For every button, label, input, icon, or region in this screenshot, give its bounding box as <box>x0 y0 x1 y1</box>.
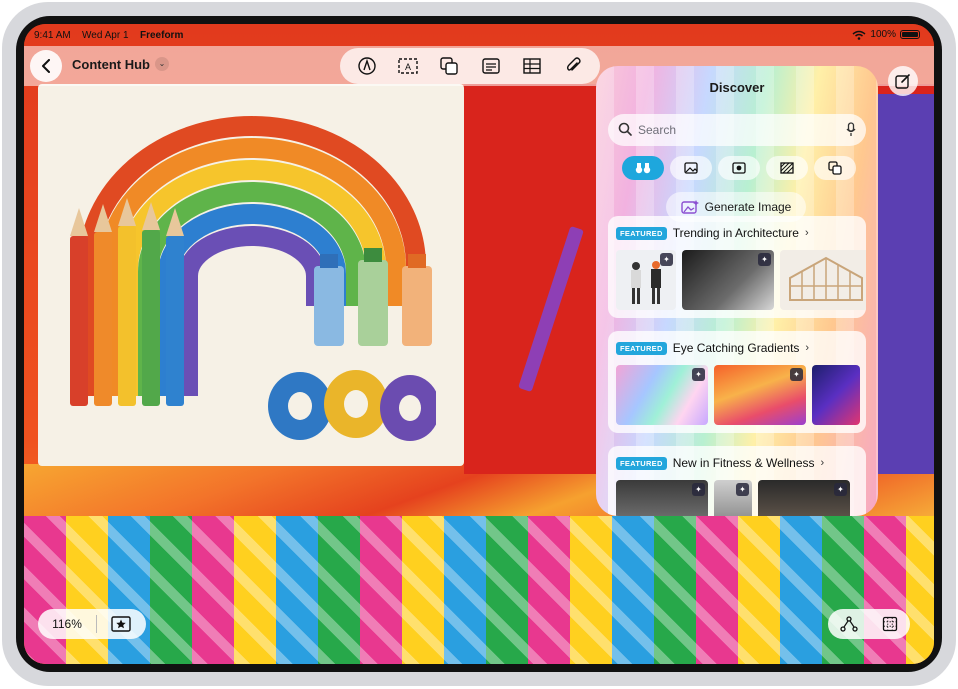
ipad-frame: 9:41 AM Wed Apr 1 Freeform 100% Content … <box>2 2 956 686</box>
search-bar <box>608 114 866 146</box>
section-fitness-wellness[interactable]: FEATURED New in Fitness & Wellness › ✦ ✦… <box>608 446 866 516</box>
pattern-icon <box>780 162 794 174</box>
pen-icon[interactable] <box>356 55 378 77</box>
sticker-badge-icon: ✦ <box>692 368 705 381</box>
chevron-right-icon: › <box>805 342 810 354</box>
chevron-left-icon <box>42 59 50 73</box>
search-input[interactable] <box>638 114 838 146</box>
screen: 9:41 AM Wed Apr 1 Freeform 100% Content … <box>24 24 934 664</box>
back-button[interactable] <box>30 50 62 82</box>
chevron-right-icon: › <box>804 227 809 239</box>
sticker-badge-icon: ✦ <box>758 253 771 266</box>
section-title: Eye Catching Gradients <box>672 341 800 355</box>
status-time: 9:41 AM <box>34 30 71 41</box>
filter-patterns-chip[interactable] <box>766 156 808 180</box>
connector-icon[interactable] <box>840 616 858 632</box>
rainbow-illustration <box>70 116 436 441</box>
sticker-badge-icon: ✦ <box>790 368 803 381</box>
shapes-icon[interactable] <box>438 55 460 77</box>
view-controls <box>828 609 910 639</box>
rainbow-artwork-card[interactable] <box>38 84 464 466</box>
section-title: Trending in Architecture <box>672 226 799 240</box>
pencil-pattern-image[interactable] <box>24 516 934 664</box>
section-title: New in Fitness & Wellness <box>672 456 815 470</box>
sticker-badge-icon: ✦ <box>692 483 705 496</box>
section-eye-catching-gradients[interactable]: FEATURED Eye Catching Gradients › ✦ ✦ <box>608 331 866 433</box>
board-title[interactable]: Content Hub <box>72 57 150 72</box>
filter-photos-chip[interactable] <box>670 156 712 180</box>
shapes-icon <box>828 161 842 175</box>
star-board-icon <box>111 616 131 632</box>
tool-palette: A <box>340 48 600 84</box>
sticker-icon <box>732 162 746 174</box>
fitness-image-1[interactable]: ✦ <box>616 480 708 516</box>
binoculars-icon <box>635 163 651 174</box>
zoom-control: 116% <box>38 609 146 639</box>
search-icon <box>618 122 632 136</box>
purple-streak-image[interactable] <box>812 365 860 425</box>
filter-stickers-chip[interactable] <box>718 156 760 180</box>
fitness-image-2[interactable]: ✦ <box>714 480 752 516</box>
generate-image-label: Generate Image <box>704 200 792 214</box>
compose-icon <box>895 74 910 89</box>
image-playground-icon <box>680 200 699 214</box>
sticker-badge-icon: ✦ <box>660 253 673 266</box>
status-bar: 9:41 AM Wed Apr 1 Freeform 100% <box>24 24 934 46</box>
discover-title: Discover <box>709 80 765 95</box>
staircase-image[interactable]: ✦ <box>682 250 774 310</box>
filter-shapes-chip[interactable] <box>814 156 856 180</box>
featured-badge: FEATURED <box>616 226 667 240</box>
featured-badge: FEATURED <box>616 456 667 470</box>
favorite-button[interactable] <box>97 616 145 632</box>
status-indicators: 100% <box>852 29 920 40</box>
featured-badge: FEATURED <box>616 341 667 355</box>
holographic-gradient-image[interactable]: ✦ <box>616 365 708 425</box>
filter-all-chip[interactable] <box>622 156 664 180</box>
sticker-badge-icon: ✦ <box>834 483 847 496</box>
warm-gradient-image[interactable]: ✦ <box>714 365 806 425</box>
svg-text:A: A <box>405 62 411 72</box>
zoom-level[interactable]: 116% <box>38 617 96 631</box>
wifi-icon <box>852 30 866 40</box>
house-frame-image[interactable] <box>780 250 866 310</box>
fitness-image-3[interactable]: ✦ <box>758 480 850 516</box>
architects-image[interactable]: ✦ <box>616 250 676 310</box>
text-box-icon[interactable]: A <box>397 55 419 77</box>
table-icon[interactable] <box>521 55 543 77</box>
grid-select-icon[interactable] <box>882 616 898 632</box>
compose-button[interactable] <box>888 66 918 96</box>
photo-icon <box>684 162 698 174</box>
attachment-icon[interactable] <box>562 55 584 77</box>
battery-icon <box>900 30 920 39</box>
filter-chips <box>622 156 856 180</box>
chevron-down-icon[interactable]: ⌄ <box>155 57 169 71</box>
sticker-badge-icon: ✦ <box>736 483 749 496</box>
section-trending-architecture[interactable]: FEATURED Trending in Architecture › ✦ ✦ <box>608 216 866 318</box>
status-date: Wed Apr 1 <box>82 30 129 41</box>
status-app-name: Freeform <box>140 30 184 41</box>
chevron-right-icon: › <box>820 457 825 469</box>
discover-panel: Discover Search Generate Image FEATURED … <box>596 66 878 516</box>
battery-percent: 100% <box>870 29 896 40</box>
microphone-icon[interactable] <box>846 122 856 137</box>
sticky-note-icon[interactable] <box>480 55 502 77</box>
